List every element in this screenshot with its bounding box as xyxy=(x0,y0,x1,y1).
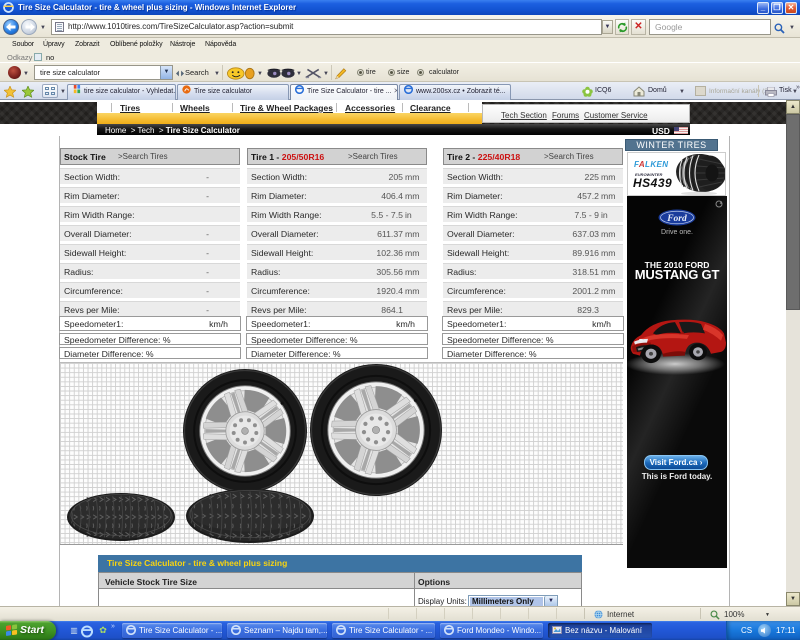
svg-text:Ford: Ford xyxy=(666,214,687,224)
